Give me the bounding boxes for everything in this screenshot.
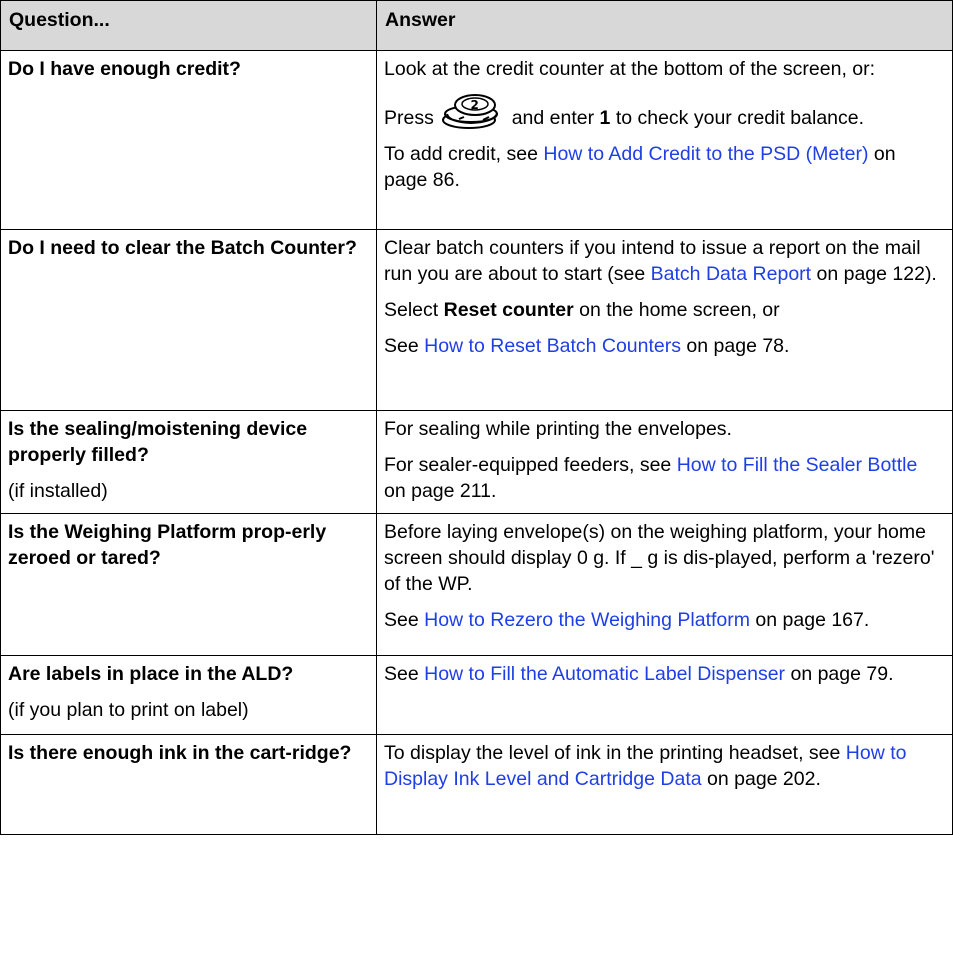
- answer-text-part: on the home screen, or: [579, 299, 780, 321]
- answer-text-part: To display the level of ink in the print…: [384, 742, 841, 764]
- answer-text: See How to Reset Batch Counters on page …: [384, 333, 944, 359]
- question-text: Is the Weighing Platform prop-erly zeroe…: [8, 521, 327, 569]
- answer-text-part: Press: [384, 107, 434, 129]
- link-fill-label-dispenser[interactable]: How to Fill the Automatic Label Dispense…: [424, 663, 785, 685]
- link-reset-batch-counters[interactable]: How to Reset Batch Counters: [424, 335, 681, 357]
- reset-counter-term: Reset counter: [443, 299, 574, 321]
- answer-text-part: See: [384, 609, 419, 631]
- table-row: Is there enough ink in the cart-ridge? T…: [0, 734, 953, 835]
- coins-icon: 2: [442, 94, 499, 129]
- answer-text: For sealing while printing the envelopes…: [384, 418, 732, 440]
- svg-text:2: 2: [471, 98, 479, 112]
- answer-text-part: on page 78.: [686, 335, 790, 357]
- link-batch-data-report[interactable]: Batch Data Report: [651, 263, 811, 285]
- answer-text: To display the level of ink in the print…: [384, 740, 944, 792]
- answer-cell: See How to Fill the Automatic Label Disp…: [376, 655, 953, 735]
- question-cell: Are labels in place in the ALD? (if you …: [0, 655, 377, 735]
- question-text: Are labels in place in the ALD?: [8, 663, 294, 685]
- answer-text: Clear batch counters if you intend to is…: [384, 235, 944, 287]
- answer-text: See How to Fill the Automatic Label Disp…: [384, 661, 944, 687]
- answer-text-part: on page 79.: [790, 663, 894, 685]
- question-cell: Is the Weighing Platform prop-erly zeroe…: [0, 513, 377, 656]
- table-header-row: Question... Answer: [0, 0, 953, 51]
- question-answer-table: Question... Answer Do I have enough cred…: [0, 0, 953, 835]
- answer-text: For sealer-equipped feeders, see How to …: [384, 452, 944, 504]
- question-cell: Is there enough ink in the cart-ridge?: [0, 734, 377, 835]
- question-cell: Do I need to clear the Batch Counter?: [0, 229, 377, 411]
- answer-text-part: on page 122).: [816, 263, 937, 285]
- question-cell: Do I have enough credit?: [0, 50, 377, 230]
- question-column-header: Question...: [0, 0, 377, 51]
- question-note: (if you plan to print on label): [8, 699, 249, 721]
- key-number: 1: [599, 107, 611, 129]
- answer-text-part: See: [384, 663, 419, 685]
- table-row: Is the Weighing Platform prop-erly zeroe…: [0, 513, 953, 656]
- table-row: Is the sealing/moistening device properl…: [0, 410, 953, 514]
- answer-text-part: For sealer-equipped feeders, see: [384, 454, 672, 476]
- answer-text: Select Reset counter on the home screen,…: [384, 297, 944, 323]
- link-add-credit[interactable]: How to Add Credit to the PSD (Meter): [543, 143, 868, 165]
- table-row: Are labels in place in the ALD? (if you …: [0, 655, 953, 735]
- answer-text-part: To add credit, see: [384, 143, 538, 165]
- answer-text: To add credit, see How to Add Credit to …: [384, 141, 944, 193]
- answer-text: See How to Rezero the Weighing Platform …: [384, 607, 944, 633]
- question-text: Is the sealing/moistening device properl…: [8, 418, 308, 466]
- table-row: Do I need to clear the Batch Counter? Cl…: [0, 229, 953, 411]
- answer-cell: To display the level of ink in the print…: [376, 734, 953, 835]
- answer-text: Press 2 and enter 1 to check your credit…: [384, 92, 944, 131]
- question-note: (if installed): [8, 480, 108, 502]
- answer-text-part: and enter: [511, 107, 595, 129]
- answer-text-part: See: [384, 335, 419, 357]
- question-text: Do I have enough credit?: [8, 58, 241, 80]
- answer-cell: Before laying envelope(s) on the weighin…: [376, 513, 953, 656]
- answer-cell: Look at the credit counter at the bottom…: [376, 50, 953, 230]
- link-fill-sealer-bottle[interactable]: How to Fill the Sealer Bottle: [677, 454, 918, 476]
- question-text: Is there enough ink in the cart-ridge?: [8, 742, 352, 764]
- answer-text-part: on page 202.: [707, 768, 821, 790]
- answer-text-part: to check your credit balance.: [615, 107, 865, 129]
- answer-text-part: on page 211.: [384, 480, 497, 502]
- table-row: Do I have enough credit? Look at the cre…: [0, 50, 953, 230]
- answer-text-part: Select: [384, 299, 439, 321]
- link-rezero-weighing-platform[interactable]: How to Rezero the Weighing Platform: [424, 609, 750, 631]
- answer-column-header: Answer: [376, 0, 953, 51]
- question-cell: Is the sealing/moistening device properl…: [0, 410, 377, 514]
- question-text: Do I need to clear the Batch Counter?: [8, 237, 357, 259]
- answer-cell: Clear batch counters if you intend to is…: [376, 229, 953, 411]
- answer-cell: For sealing while printing the envelopes…: [376, 410, 953, 514]
- answer-text: Before laying envelope(s) on the weighin…: [384, 521, 935, 595]
- answer-text: Look at the credit counter at the bottom…: [384, 58, 876, 80]
- answer-text-part: on page 167.: [755, 609, 870, 631]
